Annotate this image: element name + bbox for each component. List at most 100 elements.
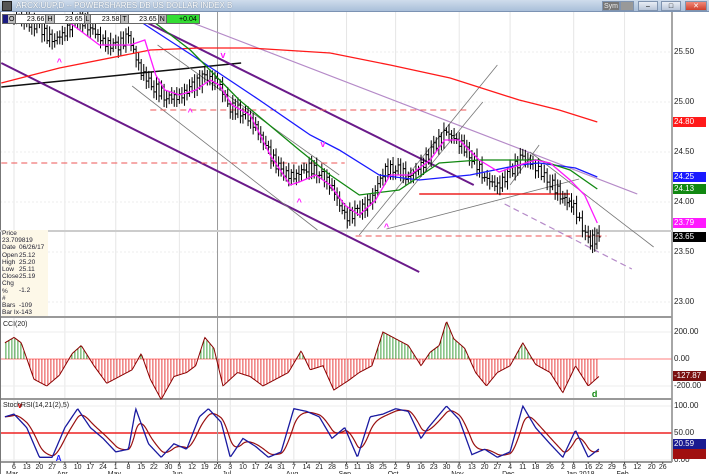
overlay-ma_blue <box>129 14 598 181</box>
x-tick-label: 24 <box>99 464 107 471</box>
cci-last-tile: -127.87 <box>673 371 706 382</box>
price-axis-label: 25.50 <box>674 47 695 56</box>
x-tick-label: 29 <box>608 464 616 471</box>
rsi-axis-label: 100.00 <box>674 401 699 410</box>
annotation-mark: ^ <box>57 57 63 67</box>
info-value: 06/26/17 <box>19 244 45 252</box>
net-change-value: +0.04 <box>166 15 199 23</box>
x-tick-label: 31 <box>277 464 285 471</box>
trendline-purple <box>0 62 420 273</box>
x-tick-label: 18 <box>532 464 540 471</box>
info-label: Bar Ix <box>2 309 19 317</box>
minimize-button[interactable]: – <box>638 1 658 11</box>
rsi-axis-label: 50.00 <box>674 428 695 437</box>
info-row: High 25.20 <box>2 259 48 266</box>
info-label: Open <box>2 251 18 259</box>
cci-axis-label: 0.00 <box>674 354 690 363</box>
x-tick-label: 13 <box>468 464 476 471</box>
info-value: -1.2 <box>19 287 31 295</box>
close-button[interactable]: ✕ <box>685 1 707 11</box>
x-tick-label: 12 <box>188 464 196 471</box>
x-tick-label: 11 <box>519 464 526 471</box>
x-tick-label: 16 <box>584 464 592 471</box>
x-tick-label: 19 <box>201 464 209 471</box>
open-key: O <box>8 15 17 23</box>
x-tick-label: 20 <box>481 464 489 471</box>
last-value-tile-ma_blue: 24.25 <box>673 172 706 182</box>
x-tick-label: 24 <box>265 464 273 471</box>
info-row: Low 25.11 <box>2 266 48 273</box>
info-row: Price23.709819 <box>2 230 48 244</box>
info-label: # Bars <box>2 294 16 310</box>
window-title: ARCX:UUP,D -- POWERSHARES DB US DOLLAR I… <box>16 1 233 10</box>
crosshair-info-box: Price23.709819 Date 06/26/17 Open25.12 High 2… <box>2 230 48 317</box>
x-tick-label: 2 <box>394 464 398 471</box>
info-label: Close <box>2 273 19 281</box>
x-tick-label: 12 <box>633 464 641 471</box>
x-tick-label: 26 <box>214 464 222 471</box>
x-tick-label: 8 <box>572 464 576 471</box>
cci-axis-label: -200.00 <box>674 381 702 390</box>
x-tick-label: 23 <box>430 464 438 471</box>
info-row: Bar Ix-143 <box>2 309 48 316</box>
overlay-ma_magenta <box>59 14 598 224</box>
price-axis-label: 24.50 <box>674 147 695 156</box>
info-row: Date 06/26/17 <box>2 244 48 251</box>
chart-canvas[interactable]: ^^^^vvdAv6 13 20 27 3 10 17 24 1 8 15 22 30 5 12 19 26 3 1… <box>0 0 709 474</box>
last-value: 23.65 <box>129 15 159 23</box>
sym-button[interactable]: Sym <box>602 1 620 11</box>
maximize-button[interactable]: □ <box>661 1 681 11</box>
stochrsi-panel-title: StochRSI(14,21(2),5) <box>3 402 70 409</box>
last-price-tile: 23.65 <box>673 232 706 242</box>
x-tick-label: 27 <box>493 464 501 471</box>
trendline-grey <box>529 151 654 248</box>
annotation-mark: v <box>220 50 225 60</box>
price-axis-label: 23.00 <box>674 297 695 306</box>
last-value-tile-ma200: 24.80 <box>673 117 706 127</box>
cci-panel-title: CCI(20) <box>3 321 28 328</box>
info-value: 23.709819 <box>2 237 33 245</box>
stochrsi-annotation: A <box>56 454 62 463</box>
price-axis-label: 25.00 <box>674 97 695 106</box>
last-value-tile-ma_magenta: 23.79 <box>673 218 706 228</box>
low-key: L <box>84 15 92 23</box>
info-value: 25.11 <box>19 266 35 274</box>
x-tick-label: 10 <box>239 464 247 471</box>
info-row: # Bars -109 <box>2 295 48 309</box>
x-tick-label: 26 <box>546 464 554 471</box>
stochrsi-last-tile: 20.59 <box>673 438 706 449</box>
cci-axis-label: 200.00 <box>674 327 699 336</box>
x-tick-label: 16 <box>417 464 425 471</box>
info-row: Chg % -1.2 <box>2 280 48 294</box>
info-value: 25.19 <box>19 273 36 281</box>
link-button[interactable] <box>620 1 634 11</box>
annotation-mark: ^ <box>297 197 303 207</box>
price-axis-label: 24.00 <box>674 197 695 206</box>
x-tick-label: 10 <box>74 464 82 471</box>
app-icon <box>2 1 12 11</box>
x-tick-label: 18 <box>366 464 374 471</box>
x-tick-label: 4 <box>508 464 512 471</box>
open-value: 23.66 <box>16 15 47 23</box>
info-value: -143 <box>19 309 33 317</box>
annotation-mark: ^ <box>188 107 194 117</box>
info-label: High <box>2 258 16 266</box>
x-tick-label: 1 <box>114 464 118 471</box>
x-tick-label: 9 <box>406 464 410 471</box>
x-tick-label: 11 <box>354 464 361 471</box>
info-value: 25.20 <box>19 258 36 266</box>
trendline-grey <box>131 85 318 231</box>
info-value: 25.12 <box>19 251 36 259</box>
x-tick-label: 6 <box>12 464 16 471</box>
x-tick-label: 14 <box>303 464 311 471</box>
last-value-tile-ma_green: 24.13 <box>673 184 706 194</box>
x-tick-label: 17 <box>252 464 260 471</box>
x-tick-label: 22 <box>150 464 158 471</box>
price-axis-label: 23.50 <box>674 247 695 256</box>
info-label: Chg % <box>2 280 14 295</box>
x-tick-label: 22 <box>595 464 603 471</box>
info-label: Date <box>2 244 16 252</box>
x-tick-label: 25 <box>379 464 387 471</box>
x-tick-label: 5 <box>345 464 349 471</box>
info-value: -109 <box>19 302 33 310</box>
